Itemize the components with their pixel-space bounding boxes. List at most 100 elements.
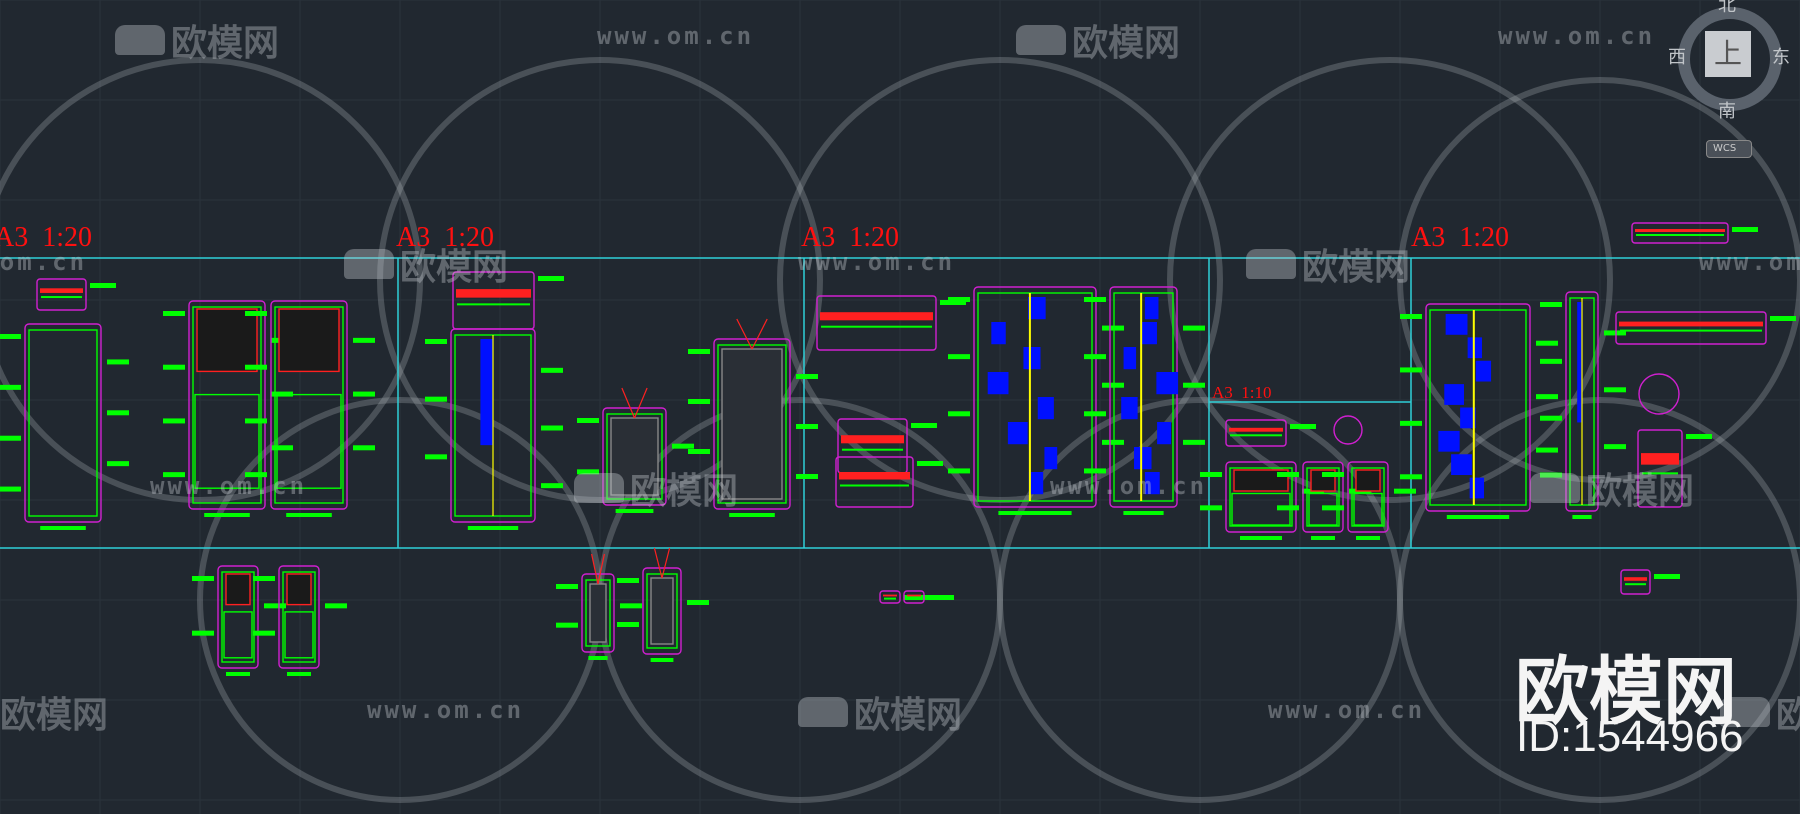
compass-east[interactable]: 东 bbox=[1772, 43, 1790, 69]
annotation-tag bbox=[1770, 316, 1796, 321]
view-title bbox=[1123, 511, 1164, 515]
annotation-tag bbox=[538, 276, 564, 281]
detail-line bbox=[842, 448, 903, 451]
section-block bbox=[286, 573, 312, 606]
annotation-tag bbox=[541, 367, 563, 373]
compass-west[interactable]: 西 bbox=[1668, 43, 1686, 69]
viewcube[interactable]: 上 北 西 东 南 bbox=[1668, 0, 1790, 122]
watermark-logo: 欧模网 bbox=[1016, 14, 1180, 66]
watermark-logo: 欧模网 bbox=[0, 695, 109, 736]
detail-line bbox=[457, 303, 530, 306]
section-block bbox=[225, 573, 251, 606]
blue-fill bbox=[987, 372, 1009, 395]
watermark-url: www.om.cn bbox=[1498, 22, 1656, 50]
annotation-tag bbox=[1686, 434, 1712, 439]
sofa-logo-icon bbox=[1016, 25, 1066, 55]
watermark-id: ID:1544966 bbox=[1516, 712, 1744, 761]
detail-line bbox=[1636, 234, 1724, 236]
blue-fill bbox=[1140, 322, 1157, 345]
elevation-outline bbox=[28, 329, 98, 517]
annotation-tag bbox=[0, 384, 21, 390]
detail-red bbox=[820, 312, 933, 321]
view-title bbox=[226, 672, 250, 676]
compass-south[interactable]: 南 bbox=[1718, 97, 1736, 123]
annotation-tag bbox=[271, 445, 293, 451]
view-title bbox=[1572, 515, 1592, 519]
watermark-url: www.om.cn bbox=[0, 248, 88, 276]
watermark-logo: 欧模网 bbox=[798, 686, 962, 738]
detail-red bbox=[839, 472, 910, 480]
blue-fill bbox=[1444, 384, 1465, 405]
annotation-tag bbox=[245, 418, 267, 424]
blue-fill bbox=[1438, 430, 1460, 452]
detail-red bbox=[456, 289, 531, 298]
detail-boundary bbox=[1620, 569, 1651, 595]
detail-boundary bbox=[879, 590, 901, 604]
annotation-tag bbox=[556, 622, 578, 628]
annotation-tag bbox=[1290, 424, 1316, 429]
annotation-tag bbox=[0, 435, 21, 441]
watermark-logo: 欧模网 bbox=[574, 462, 738, 514]
view-title bbox=[286, 513, 332, 517]
blue-fill bbox=[991, 322, 1006, 345]
annotation-tag bbox=[1540, 302, 1562, 307]
annotation-tag bbox=[192, 630, 214, 636]
blue-fill bbox=[1007, 422, 1028, 445]
annotation-tag bbox=[688, 349, 710, 354]
detail-boundary bbox=[36, 278, 87, 311]
detail-line bbox=[41, 296, 82, 299]
blue-fill bbox=[1023, 347, 1041, 370]
annotation-tag bbox=[1604, 387, 1626, 393]
sofa-logo-icon bbox=[1246, 249, 1296, 279]
watermark-logo: 欧模网 bbox=[115, 14, 279, 66]
blue-fill bbox=[1037, 397, 1054, 420]
annotation-tag bbox=[1183, 325, 1205, 331]
detail-line bbox=[821, 325, 932, 328]
annotation-tag bbox=[1084, 354, 1106, 360]
annotation-tag bbox=[1084, 411, 1106, 417]
hatch-panel bbox=[650, 577, 674, 645]
watermark-url: www.om.cn bbox=[1268, 696, 1426, 724]
annotation-tag bbox=[1540, 358, 1562, 364]
annotation-tag bbox=[107, 359, 129, 365]
annotation-tag bbox=[928, 595, 954, 600]
panel bbox=[223, 611, 253, 659]
sheet-label-4: A3 1:10 bbox=[1212, 383, 1272, 402]
annotation-tag bbox=[1400, 314, 1422, 319]
annotation-tag bbox=[1536, 340, 1558, 346]
annotation-tag bbox=[1400, 367, 1422, 373]
watermark-url: www.om.cn bbox=[1699, 248, 1800, 276]
blue-fill bbox=[1157, 422, 1171, 445]
sofa-logo-icon bbox=[115, 25, 165, 55]
detail-boundary bbox=[1615, 311, 1767, 345]
detail-line bbox=[840, 484, 909, 487]
view-title bbox=[467, 526, 519, 530]
compass-north[interactable]: 北 bbox=[1718, 0, 1736, 17]
annotation-tag bbox=[796, 474, 818, 479]
annotation-tag bbox=[948, 354, 970, 360]
annotation-tag bbox=[1654, 574, 1680, 579]
annotation-tag bbox=[245, 364, 267, 370]
view-title bbox=[1311, 536, 1335, 540]
annotation-tag bbox=[620, 603, 642, 609]
detail-red bbox=[883, 594, 897, 597]
blue-fill bbox=[1156, 372, 1179, 395]
viewcube-top-face[interactable]: 上 bbox=[1705, 31, 1751, 77]
blue-fill bbox=[1577, 302, 1582, 423]
ucs-menu-button[interactable]: WCS bbox=[1706, 140, 1752, 158]
annotation-tag bbox=[253, 576, 275, 581]
section-block bbox=[278, 308, 340, 373]
annotation-tag bbox=[353, 337, 375, 343]
view-title bbox=[998, 511, 1072, 515]
section-block bbox=[1355, 469, 1381, 492]
annotation-tag bbox=[541, 483, 563, 489]
blue-fill bbox=[1467, 337, 1482, 359]
blue-fill bbox=[1028, 472, 1044, 495]
annotation-tag bbox=[425, 396, 447, 402]
detail-red bbox=[1624, 577, 1647, 581]
annotation-tag bbox=[1536, 394, 1558, 400]
annotation-tag bbox=[90, 283, 116, 288]
annotation-tag bbox=[617, 622, 639, 627]
annotation-tag bbox=[1102, 439, 1124, 445]
blue-fill bbox=[480, 339, 493, 446]
